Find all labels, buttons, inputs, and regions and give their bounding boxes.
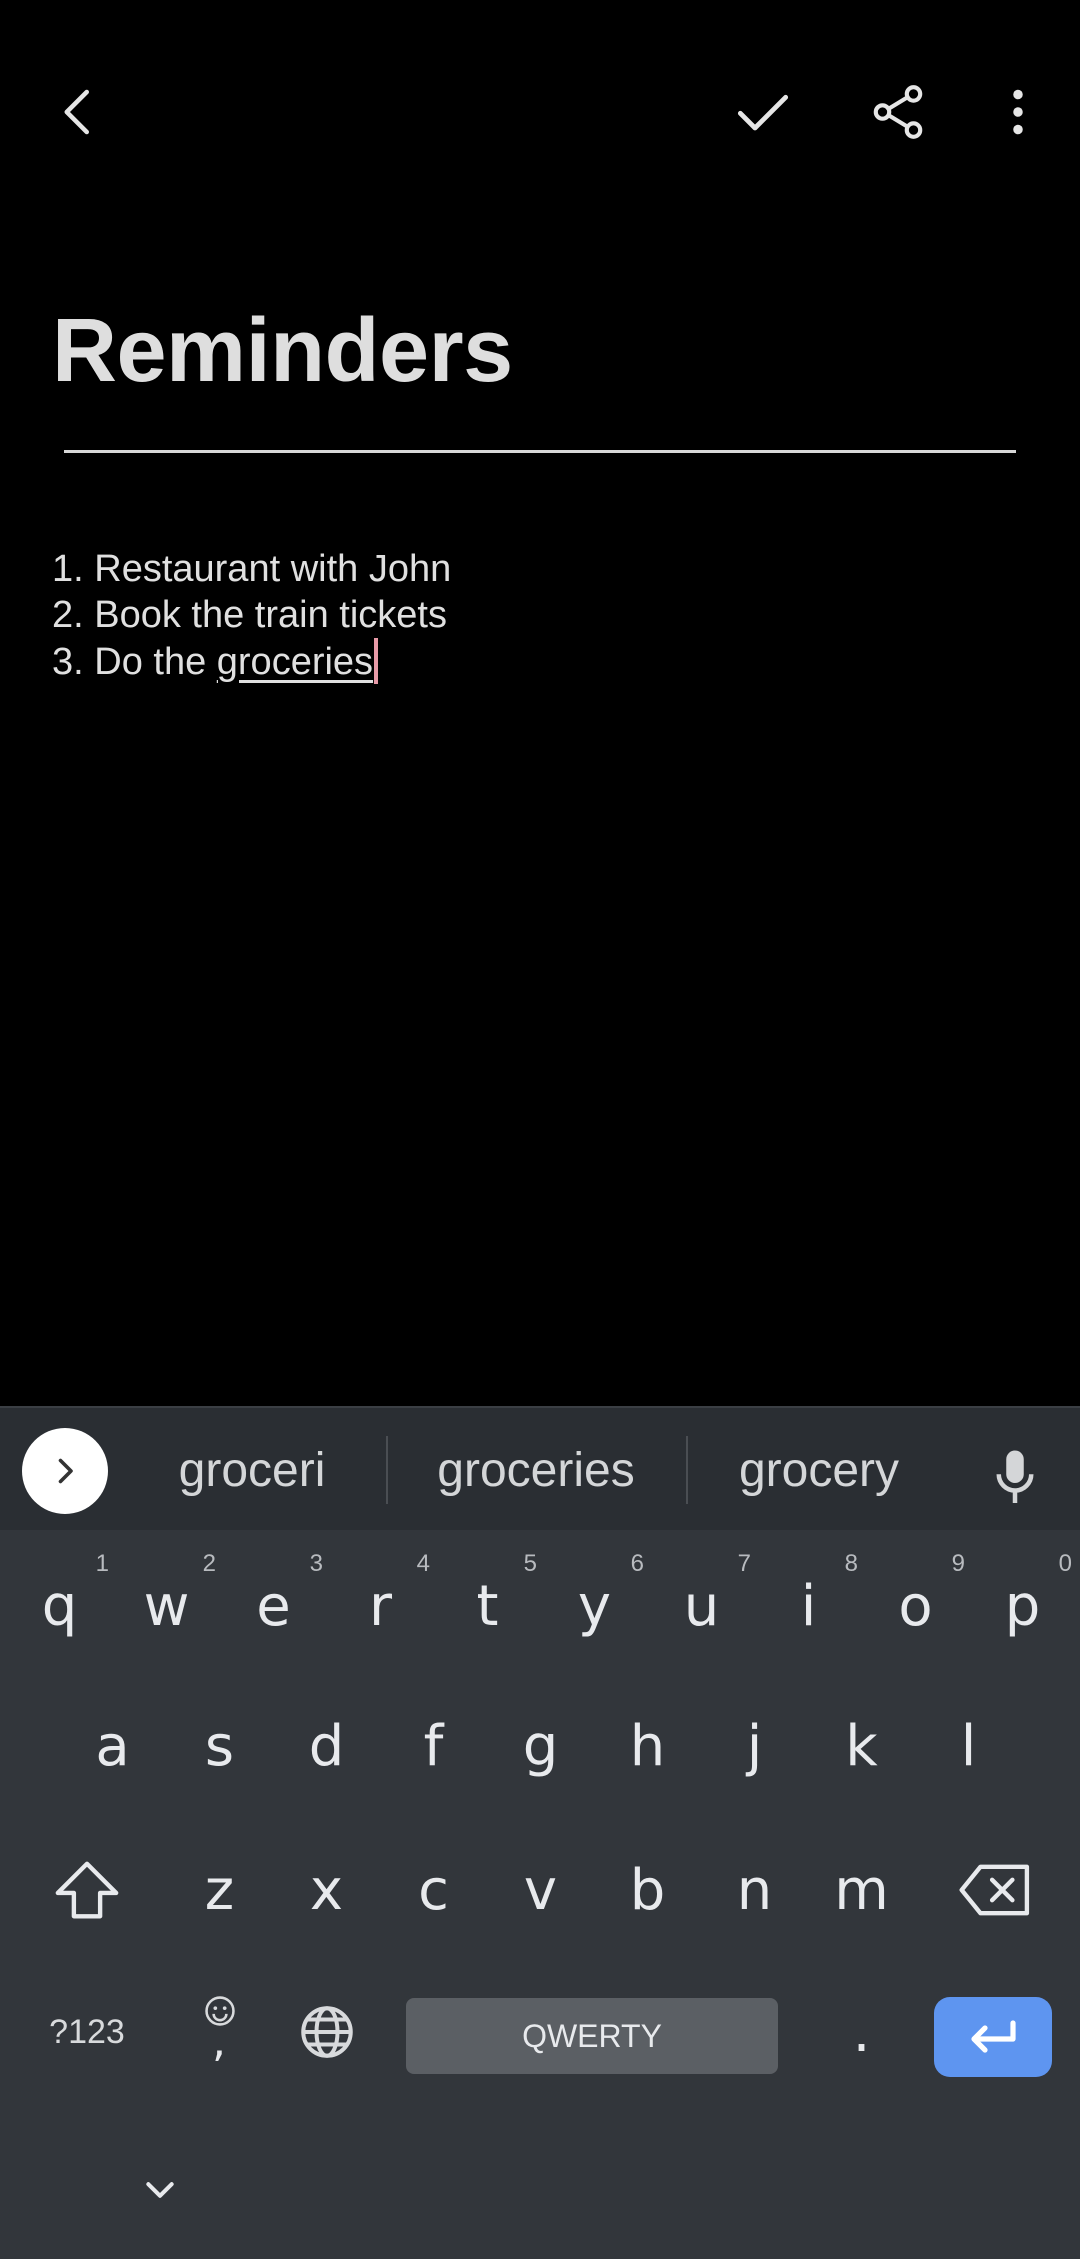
- shift-key[interactable]: [22, 1830, 152, 1950]
- key-n[interactable]: n: [701, 1830, 808, 1950]
- key-r[interactable]: r4: [327, 1546, 434, 1666]
- period-key[interactable]: .: [808, 1972, 915, 2092]
- save-button[interactable]: [713, 62, 813, 162]
- share-icon: [873, 85, 923, 139]
- key-hint: 1: [95, 1550, 109, 1577]
- key-hint: 7: [737, 1550, 751, 1577]
- note-line-text: 3. Do the: [52, 641, 217, 683]
- key-hint: 3: [309, 1550, 323, 1577]
- key-a[interactable]: a: [59, 1686, 166, 1806]
- key-j[interactable]: j: [701, 1686, 808, 1806]
- emoji-comma-key[interactable]: ,: [166, 1972, 273, 2092]
- key-x[interactable]: x: [273, 1830, 380, 1950]
- key-m[interactable]: m: [808, 1830, 915, 1950]
- key-i[interactable]: i8: [755, 1546, 862, 1666]
- key-v[interactable]: v: [487, 1830, 594, 1950]
- enter-key[interactable]: [934, 1997, 1052, 2077]
- more-options-button[interactable]: [968, 62, 1068, 162]
- key-t[interactable]: t5: [434, 1546, 541, 1666]
- key-c[interactable]: c: [380, 1830, 487, 1950]
- note-title[interactable]: Reminders: [52, 300, 513, 403]
- key-h[interactable]: h: [594, 1686, 701, 1806]
- suggestion-divider: [686, 1436, 688, 1504]
- composing-word: groceries: [216, 641, 374, 683]
- key-s[interactable]: s: [166, 1686, 273, 1806]
- note-line: 3. Do the groceries: [52, 638, 451, 685]
- key-w[interactable]: w2: [113, 1546, 220, 1666]
- key-l[interactable]: l: [915, 1686, 1022, 1806]
- note-body[interactable]: 1. Restaurant with John 2. Book the trai…: [52, 546, 451, 685]
- key-label: e: [256, 1573, 291, 1639]
- key-hint: 6: [630, 1550, 644, 1577]
- chevron-right-icon: [58, 1458, 73, 1484]
- space-key[interactable]: QWERTY: [406, 1998, 778, 2074]
- key-p[interactable]: p0: [969, 1546, 1076, 1666]
- enter-icon: [971, 2020, 1016, 2053]
- key-label: q: [41, 1573, 78, 1639]
- checkmark-icon: [737, 94, 789, 131]
- key-label: w: [143, 1573, 190, 1639]
- note-line: 1. Restaurant with John: [52, 548, 452, 590]
- microphone-icon: [996, 1450, 1034, 1503]
- key-b[interactable]: b: [594, 1830, 701, 1950]
- back-arrow-icon: [64, 89, 89, 135]
- globe-icon: [300, 2006, 353, 2058]
- key-label: o: [898, 1573, 933, 1639]
- key-d[interactable]: d: [273, 1686, 380, 1806]
- key-hint: 9: [951, 1550, 965, 1577]
- shift-icon: [55, 1861, 119, 1919]
- more-vert-icon: [1013, 89, 1023, 135]
- chevron-down-icon: [146, 2182, 174, 2198]
- key-f[interactable]: f: [380, 1686, 487, 1806]
- note-line: 2. Book the train tickets: [52, 594, 447, 636]
- key-o[interactable]: o9: [862, 1546, 969, 1666]
- key-hint: 2: [202, 1550, 216, 1577]
- suggestion-1[interactable]: groceri: [152, 1432, 352, 1508]
- key-label: t: [476, 1573, 499, 1639]
- suggestion-bar: groceri groceries grocery: [0, 1406, 1080, 1530]
- key-z[interactable]: z: [166, 1830, 273, 1950]
- key-hint: 4: [416, 1550, 430, 1577]
- key-k[interactable]: k: [808, 1686, 915, 1806]
- suggestion-2[interactable]: groceries: [412, 1432, 660, 1508]
- key-label: r: [368, 1573, 393, 1639]
- suggestion-3[interactable]: grocery: [712, 1432, 926, 1508]
- text-cursor: [374, 638, 379, 684]
- key-label: y: [577, 1573, 612, 1639]
- share-button[interactable]: [848, 62, 948, 162]
- backspace-key[interactable]: [930, 1830, 1060, 1950]
- key-hint: 5: [523, 1550, 537, 1577]
- voice-input-button[interactable]: [975, 1438, 1055, 1518]
- key-u[interactable]: u7: [648, 1546, 755, 1666]
- key-label: i: [800, 1573, 817, 1639]
- symbols-key[interactable]: ?123: [22, 1972, 152, 2092]
- key-q[interactable]: q1: [6, 1546, 113, 1666]
- suggestion-divider: [386, 1436, 388, 1504]
- language-key[interactable]: [273, 1972, 380, 2092]
- title-divider: [64, 450, 1016, 453]
- keyboard-menu-button[interactable]: [22, 1428, 108, 1514]
- key-hint: 8: [844, 1550, 858, 1577]
- hide-keyboard-button[interactable]: [120, 2158, 200, 2222]
- key-y[interactable]: y6: [541, 1546, 648, 1666]
- top-app-bar: [0, 0, 1080, 224]
- comma-label: ,: [212, 2016, 226, 2067]
- key-label: p: [1004, 1573, 1041, 1639]
- backspace-icon: [959, 1864, 1030, 1916]
- key-e[interactable]: e3: [220, 1546, 327, 1666]
- key-g[interactable]: g: [487, 1686, 594, 1806]
- back-button[interactable]: [28, 62, 128, 162]
- key-hint: 0: [1058, 1550, 1072, 1577]
- key-label: u: [683, 1573, 720, 1639]
